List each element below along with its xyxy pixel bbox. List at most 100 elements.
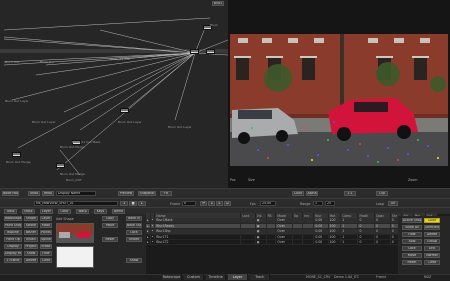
tab-rotoscope[interactable]: Rotoscope [162,274,182,280]
node-pool-button[interactable]: Node Pool [2,191,19,196]
stop-icon[interactable]: ■ [129,201,137,206]
lock-layer-button[interactable]: Lock [402,246,422,251]
loop-toggle[interactable]: On [388,201,398,206]
bezier-button[interactable]: Bezier [24,230,38,235]
warp-tab[interactable]: Warp [76,209,89,214]
layer-name[interactable]: Blur1T2 [154,239,242,246]
graph-node[interactable] [120,108,129,113]
tab-custom[interactable]: Custom [184,274,204,280]
delete-layer-button[interactable]: Delete [424,232,440,237]
normal-button[interactable]: Normal [424,253,440,258]
viewer-image[interactable] [228,0,450,188]
tab-layer[interactable]: Layer [228,274,248,280]
first-frame-icon[interactable]: ⏮ [200,201,207,206]
clip-button[interactable]: Clip [376,191,388,196]
graph-node[interactable] [56,163,65,168]
graph-node[interactable] [190,49,199,54]
fps-field[interactable]: 25.00 [260,201,276,206]
frame-field[interactable]: 0 [182,201,196,206]
spline-button[interactable]: Spline [40,237,52,242]
color-swatch-button[interactable]: Color [424,218,440,223]
project-button[interactable]: Project [24,244,38,249]
blend-tab[interactable]: Blend [112,209,125,214]
brush-button[interactable]: Brush [24,237,38,242]
bake-out-button[interactable]: Bake Out [126,223,142,228]
keys-tab[interactable]: Keys [94,209,107,214]
solo-button[interactable]: Solo [402,239,422,244]
play-forward-icon[interactable]: ▸ [138,201,146,206]
display-mode-button[interactable]: Display Mode [4,251,22,256]
close-button[interactable]: Close [424,260,440,265]
snapshot-button[interactable]: Snapshot [138,191,156,196]
color-tab[interactable]: Color [58,209,71,214]
color-button[interactable]: Color [292,191,304,196]
shape-button[interactable]: Shape [24,216,38,221]
hide-layer-button[interactable]: Hide [402,232,422,237]
points-button[interactable]: Points [40,230,52,235]
rotoshape-button[interactable]: Rotoshape [4,216,22,221]
clip-path-field[interactable]: ME_MINIVIEW_SHOT_01 [34,201,118,206]
redo-button[interactable]: Redo [42,191,54,196]
layer-tab[interactable]: Layer [40,209,53,214]
lock-button[interactable]: Lock [126,230,142,235]
unlock-button[interactable]: Unlock [126,237,142,242]
erase-button[interactable]: Erase [40,244,52,249]
graph-node[interactable] [206,49,215,54]
node-view[interactable]: Blur1 Blur1 Blur1 Out Blur1 Out Blur1_01… [0,0,228,188]
show-all-button[interactable]: Show [126,258,142,263]
lock-icon[interactable] [240,239,256,246]
last-frame-icon[interactable]: ⏭ [224,201,231,206]
stroke-button[interactable]: Stroke [24,223,38,228]
paint-shape-button[interactable]: Paint Shape [4,223,22,228]
undo-button[interactable]: Undo [28,191,40,196]
reset-layer-button[interactable]: Reset [402,260,422,265]
clear-button[interactable]: Clear [40,258,52,263]
link-button[interactable]: Link [424,246,440,251]
show-all-layers-button[interactable]: Show All [402,225,422,230]
tab-track[interactable]: Track [250,274,270,280]
graph-node[interactable] [12,152,21,157]
copy-button[interactable]: Copy [102,216,118,221]
reset-button[interactable]: Reset [102,237,118,242]
table-row[interactable]: ▸• Blur1T2 ◉ Over 0.00 100 1 0 0 0 0 [146,239,439,246]
paste-button[interactable]: Paste [102,223,118,228]
cell[interactable]: 1 [340,239,359,246]
play-backward-icon[interactable]: ◂ [120,201,128,206]
cell[interactable]: 100 [328,239,342,246]
one-to-one-button[interactable]: 1:1 [344,191,356,196]
cell[interactable]: 0 [357,239,376,246]
layer-button[interactable]: Layer [40,216,52,221]
mask-tab[interactable]: Mask [22,209,35,214]
preview-button[interactable]: Preview [118,191,134,196]
cell[interactable]: 0.00 [313,239,329,246]
bspline-button[interactable]: Bspline [4,230,22,235]
display-button[interactable]: Display [4,244,22,249]
next-frame-icon[interactable]: ▸ [216,201,223,206]
group-button[interactable]: Group [424,239,440,244]
selected-button[interactable]: Selected [424,225,440,230]
hide-button[interactable]: Hide [40,251,52,256]
point-op-button[interactable]: Point Op [4,237,22,242]
viewer-panel[interactable]: Pos Size Zoom [228,0,450,188]
alpha-button[interactable]: Alpha [306,191,318,196]
tab-timeline[interactable]: Timeline [206,274,226,280]
move-button[interactable]: Move [402,253,422,258]
cell[interactable]: 0 [374,239,391,246]
fit-button[interactable]: Fit [160,191,172,196]
eye-icon[interactable]: ◉ [255,239,267,246]
node-view-corner-button[interactable]: Blur1 [212,1,224,6]
delete-button[interactable]: Delete [24,258,38,263]
tools-tab[interactable]: Tools [4,209,17,214]
range-start-field[interactable]: 1 [313,201,323,206]
bake-in-button[interactable]: Bake In [126,216,142,221]
active-shape-button[interactable]: Active Shape [402,218,422,223]
one-frame-button[interactable]: 1 Frame [4,258,22,263]
layers-table[interactable]: Name Lock Vis FB Mode Op Inv Blur Mot Co… [146,213,439,246]
display-name-field[interactable]: Display Name [56,191,96,196]
thumbnail-image[interactable] [56,223,94,243]
matte-preview[interactable] [56,246,94,268]
prev-frame-icon[interactable]: ◂ [208,201,215,206]
layer-mode[interactable]: Over [275,239,293,246]
range-end-field[interactable]: 25 [325,201,335,206]
mask-button[interactable]: Mask [40,223,52,228]
